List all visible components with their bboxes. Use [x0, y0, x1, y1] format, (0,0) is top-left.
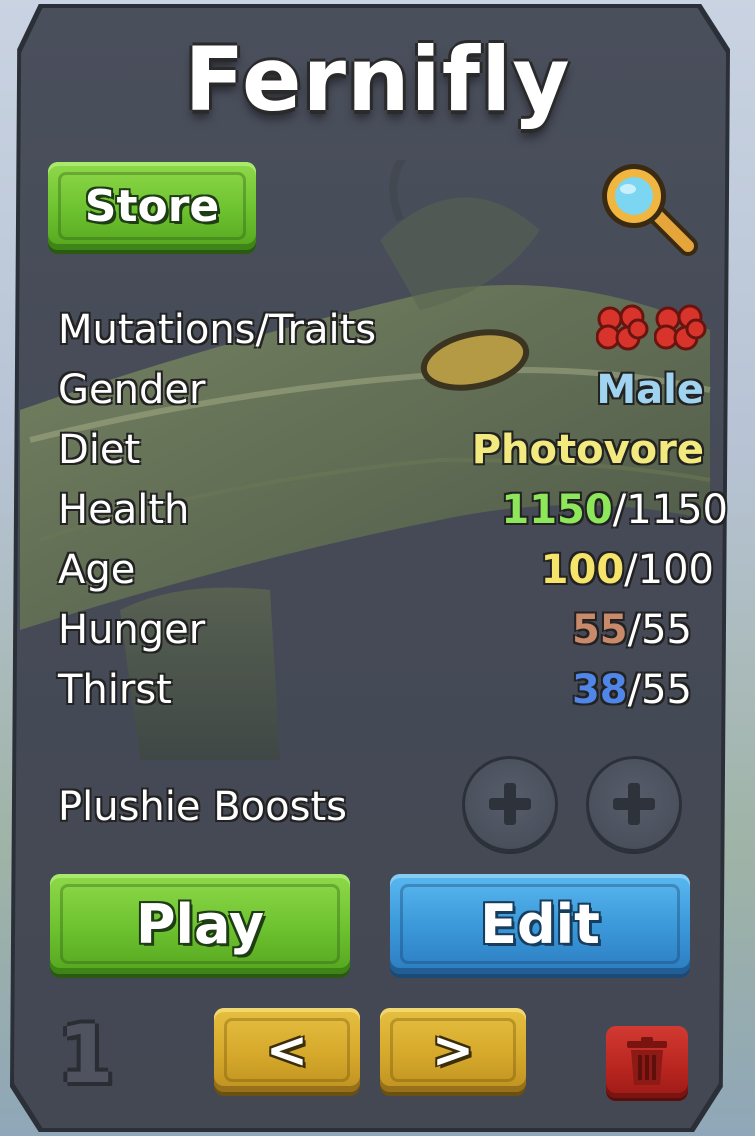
- hunger-current: 55: [571, 607, 628, 653]
- edit-button[interactable]: Edit: [390, 874, 690, 974]
- health-value: 1150/1150: [501, 485, 728, 535]
- plushie-slot-1-button[interactable]: [462, 756, 558, 852]
- thirst-value: 38/55: [572, 665, 692, 715]
- store-button-label: Store: [84, 180, 220, 232]
- health-label: Health: [58, 487, 190, 533]
- thirst-max: /55: [627, 667, 692, 713]
- edit-button-label: Edit: [480, 892, 600, 956]
- plus-icon: [613, 783, 655, 825]
- thirst-label: Thirst: [58, 667, 172, 713]
- stat-row-diet: Diet Photovore: [58, 425, 708, 485]
- age-label: Age: [58, 547, 136, 593]
- stat-row-mutations: Mutations/Traits: [58, 303, 708, 365]
- diet-label: Diet: [58, 427, 141, 473]
- stat-row-age: Age 100/100: [58, 545, 714, 605]
- hunger-value: 55/55: [572, 605, 692, 655]
- next-button[interactable]: >: [380, 1008, 526, 1092]
- trash-icon: [627, 1037, 667, 1085]
- plushie-slot-2-button[interactable]: [586, 756, 682, 852]
- next-arrow-label: >: [432, 1021, 474, 1079]
- slot-number: 1: [58, 1008, 114, 1101]
- health-current: 1150: [501, 487, 613, 533]
- play-button-label: Play: [135, 892, 265, 956]
- age-current: 100: [540, 547, 625, 593]
- previous-arrow-label: <: [266, 1021, 308, 1079]
- gender-label: Gender: [58, 367, 206, 413]
- play-button[interactable]: Play: [50, 874, 350, 974]
- red-mutation-icon: [654, 304, 707, 351]
- diet-value: Photovore: [471, 427, 704, 473]
- plus-icon: [489, 783, 531, 825]
- store-button[interactable]: Store: [48, 162, 256, 250]
- creature-name: Fernifly: [184, 28, 571, 131]
- mutation-icons: [596, 303, 708, 353]
- health-max: /1150: [612, 487, 728, 533]
- stat-row-gender: Gender Male: [58, 365, 708, 425]
- previous-button[interactable]: <: [214, 1008, 360, 1092]
- hunger-max: /55: [627, 607, 692, 653]
- plushie-boosts-label: Plushie Boosts: [58, 784, 347, 830]
- thirst-current: 38: [571, 667, 628, 713]
- stat-row-health: Health 1150/1150: [58, 485, 728, 545]
- age-max: /100: [624, 547, 714, 593]
- stats-panel: Mutations/Traits Gender Male Diet Photov…: [58, 303, 728, 725]
- delete-button[interactable]: [606, 1026, 688, 1098]
- stat-row-thirst: Thirst 38/55: [58, 665, 708, 725]
- hunger-label: Hunger: [58, 607, 206, 653]
- gender-value: Male: [596, 367, 704, 413]
- mutations-label: Mutations/Traits: [58, 307, 377, 353]
- stat-row-hunger: Hunger 55/55: [58, 605, 708, 665]
- inspect-magnifier-icon[interactable]: [592, 160, 702, 260]
- red-mutation-icon: [596, 304, 649, 351]
- age-value: 100/100: [541, 545, 714, 595]
